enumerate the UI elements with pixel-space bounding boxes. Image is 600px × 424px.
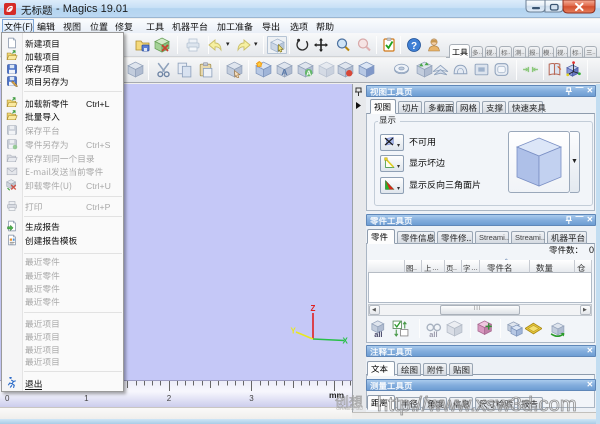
svg-text:A: A bbox=[281, 67, 287, 77]
svg-text:A: A bbox=[306, 70, 311, 77]
svg-text:Y: Y bbox=[291, 327, 297, 336]
svg-text:all: all bbox=[429, 330, 437, 337]
svg-text:Z: Z bbox=[311, 304, 316, 313]
svg-text:X: X bbox=[343, 337, 349, 346]
svg-text:all: all bbox=[374, 330, 382, 337]
svg-text:?: ? bbox=[411, 41, 417, 52]
